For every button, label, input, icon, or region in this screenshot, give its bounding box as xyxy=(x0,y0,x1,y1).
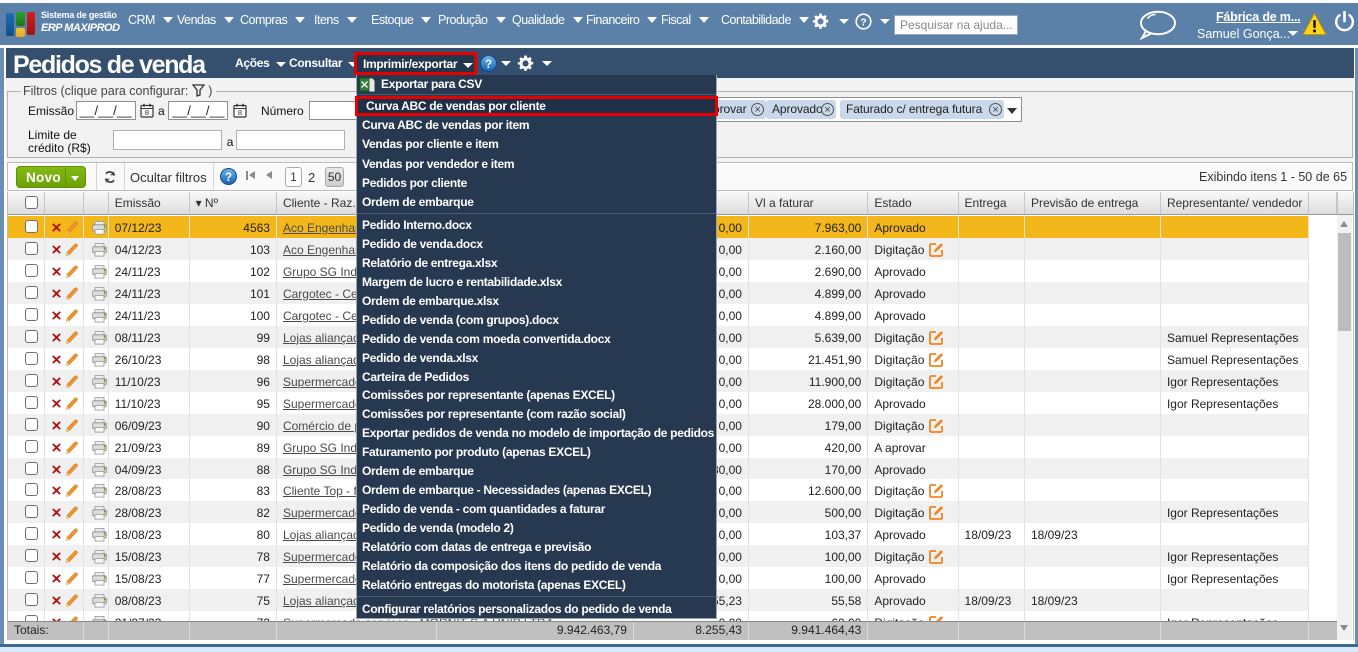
svg-text:8: 8 xyxy=(238,108,242,117)
svg-text:?: ? xyxy=(860,16,866,28)
svg-text:?: ? xyxy=(225,172,232,184)
svg-text:8: 8 xyxy=(145,108,149,117)
svg-text:?: ? xyxy=(485,59,492,71)
